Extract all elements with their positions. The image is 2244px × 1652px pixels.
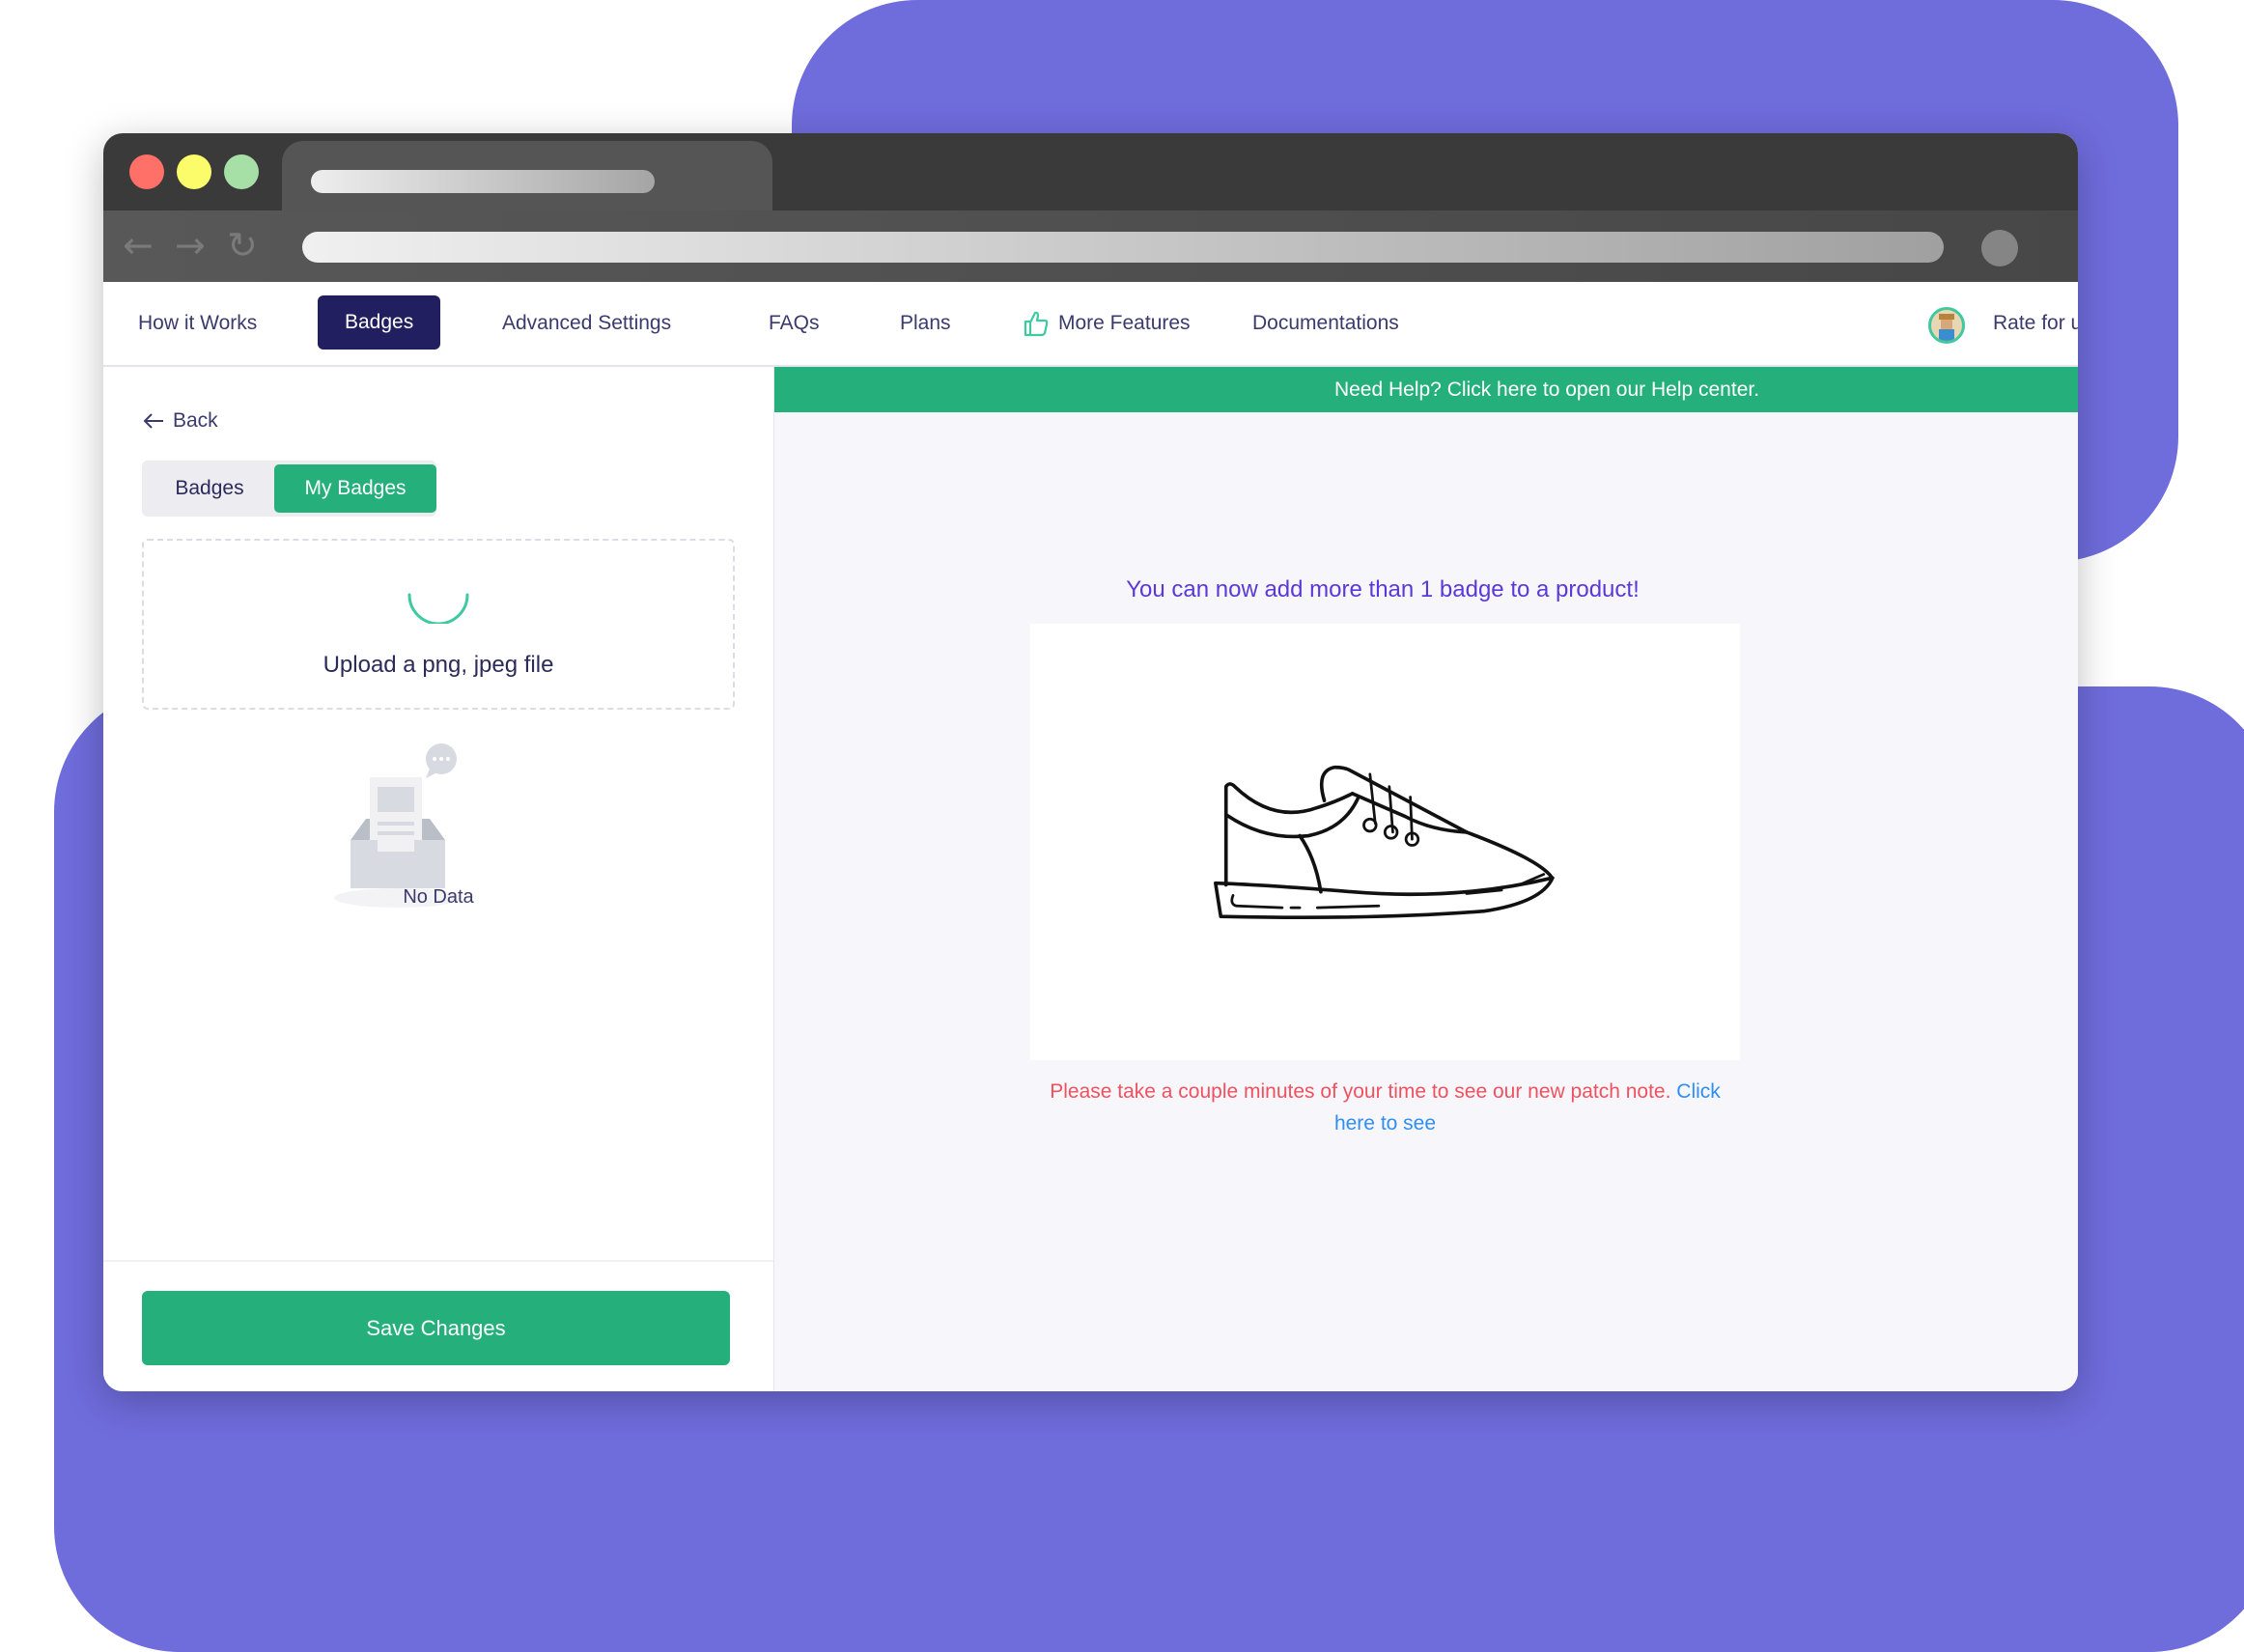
- main-content: Need Help? Click here to open our Help c…: [774, 367, 2078, 1391]
- nav-more-features[interactable]: More Features: [1024, 282, 1191, 365]
- nav-badges[interactable]: Badges: [318, 295, 441, 350]
- upload-instructions: Upload a png, jpeg file: [323, 652, 554, 678]
- badge-source-toggle: Badges My Badges: [142, 461, 436, 517]
- product-preview: [1030, 624, 1740, 1060]
- back-label: Back: [173, 409, 218, 432]
- reload-icon[interactable]: ↻: [227, 226, 258, 265]
- help-center-banner[interactable]: Need Help? Click here to open our Help c…: [774, 367, 2078, 412]
- loading-spinner-icon: [407, 593, 469, 624]
- tab-title-placeholder: [311, 170, 655, 193]
- nav-faqs[interactable]: FAQs: [769, 282, 820, 365]
- upload-dropzone[interactable]: Upload a png, jpeg file: [142, 539, 735, 710]
- empty-state-text: No Data: [403, 886, 474, 908]
- patch-note-message: Please take a couple minutes of your tim…: [1030, 1076, 1740, 1139]
- nav-more-features-label: More Features: [1058, 312, 1191, 334]
- patch-note-text: Please take a couple minutes of your tim…: [1050, 1080, 1671, 1103]
- thumbs-up-icon: [1024, 311, 1049, 337]
- announcement-headline: You can now add more than 1 badge to a p…: [1126, 576, 1640, 602]
- avatar-image: [1931, 310, 1962, 341]
- browser-tab[interactable]: [282, 141, 772, 218]
- segment-badges[interactable]: Badges: [142, 464, 277, 513]
- address-bar[interactable]: [302, 232, 1944, 263]
- forward-arrow-icon[interactable]: →: [175, 226, 206, 265]
- shoe-image: [1214, 765, 1555, 920]
- browser-toolbar: ← → ↻: [103, 210, 2078, 282]
- browser-window: ← → ↻ How it Works Badges Advanced Setti…: [103, 133, 2078, 1391]
- browser-tab-strip: [103, 133, 2078, 218]
- browser-profile-icon[interactable]: [1981, 230, 2018, 266]
- close-window-button[interactable]: [129, 154, 164, 189]
- nav-plans[interactable]: Plans: [900, 282, 951, 365]
- left-panel: Back Badges My Badges Upload a png, jpeg…: [103, 367, 775, 1391]
- segment-my-badges[interactable]: My Badges: [274, 464, 436, 513]
- rate-us-link[interactable]: Rate for u: [1993, 282, 2078, 365]
- arrow-left-icon: [143, 413, 163, 429]
- avatar[interactable]: [1928, 307, 1965, 344]
- app-nav: How it Works Badges Advanced Settings FA…: [103, 282, 2078, 367]
- nav-documentations[interactable]: Documentations: [1252, 282, 1399, 365]
- back-link[interactable]: Back: [142, 409, 218, 433]
- back-arrow-icon[interactable]: ←: [123, 226, 154, 265]
- footer-divider: [103, 1260, 773, 1262]
- nav-advanced-settings[interactable]: Advanced Settings: [502, 282, 671, 365]
- save-changes-button[interactable]: Save Changes: [142, 1291, 730, 1365]
- minimize-window-button[interactable]: [177, 154, 211, 189]
- nav-how-it-works[interactable]: How it Works: [138, 282, 257, 365]
- maximize-window-button[interactable]: [224, 154, 259, 189]
